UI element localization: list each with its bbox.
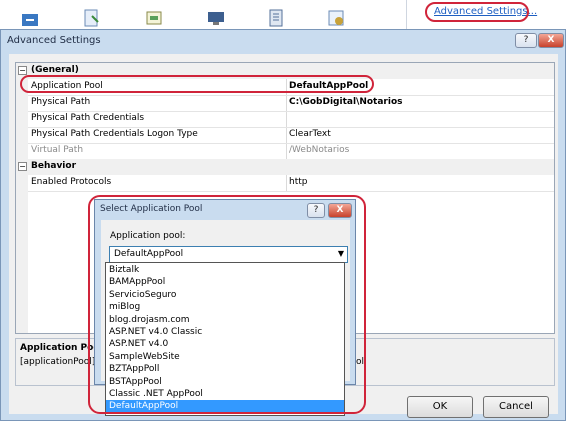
- close-button[interactable]: X: [538, 33, 564, 48]
- collapse-icon[interactable]: −: [18, 162, 27, 171]
- property-row-credentials[interactable]: Physical Path Credentials: [16, 111, 554, 127]
- ok-button[interactable]: OK: [407, 396, 473, 418]
- feature-icon-3[interactable]: [144, 8, 164, 28]
- description-text: [applicationPool]: [20, 357, 96, 367]
- highlight-ring-popup: [88, 195, 366, 414]
- feature-icon-4[interactable]: [206, 8, 226, 28]
- feature-icon-2[interactable]: [82, 8, 102, 28]
- feature-icon-5[interactable]: [266, 8, 286, 28]
- property-row-enabled-protocols[interactable]: Enabled Protocols http: [16, 175, 554, 191]
- category-behavior[interactable]: − Behavior: [16, 159, 554, 175]
- help-button[interactable]: ?: [515, 33, 537, 48]
- dialog-title: Advanced Settings: [7, 35, 101, 46]
- highlight-ring-link: [425, 2, 529, 22]
- collapse-icon[interactable]: −: [18, 66, 27, 75]
- cancel-button[interactable]: Cancel: [483, 396, 549, 418]
- property-row-logon-type[interactable]: Physical Path Credentials Logon Type Cle…: [16, 127, 554, 143]
- feature-icon-1[interactable]: [20, 8, 40, 28]
- property-row-physical-path[interactable]: Physical Path C:\GobDigital\Notarios: [16, 95, 554, 111]
- highlight-ring-application-pool: [20, 75, 374, 93]
- feature-icon-6[interactable]: [326, 8, 346, 28]
- property-row-virtual-path[interactable]: Virtual Path /WebNotarios: [16, 143, 554, 159]
